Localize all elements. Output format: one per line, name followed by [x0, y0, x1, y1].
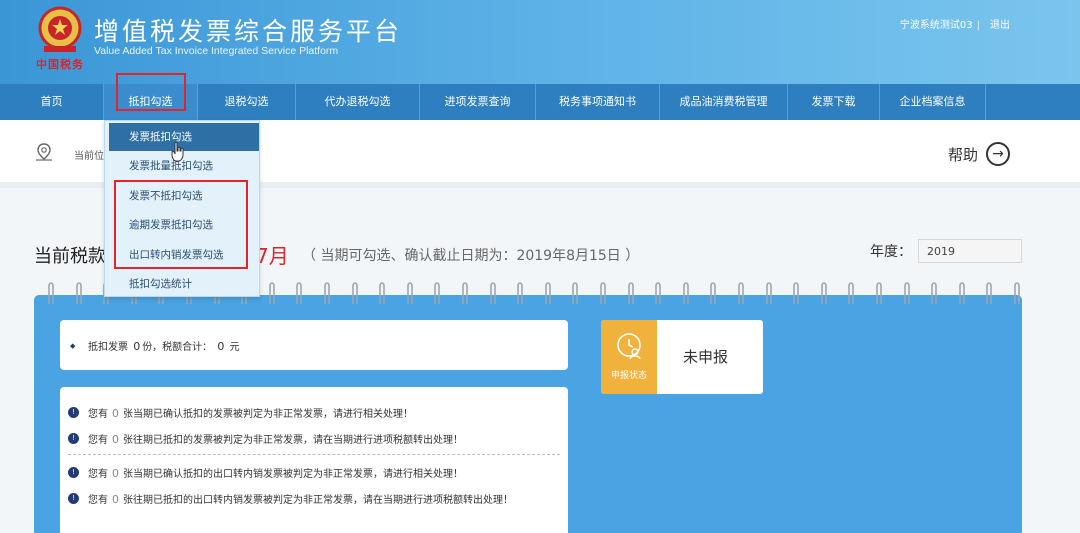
alert-icon: ! — [68, 467, 79, 478]
notice-count: 0 — [112, 433, 119, 446]
user-separator: | — [976, 20, 980, 31]
alert-icon: ! — [68, 407, 79, 418]
notice-count: 0 — [112, 407, 119, 420]
binder-ring — [682, 282, 689, 304]
notice-item: ! 您有 0 张当期已确认抵扣的发票被判定为非正常发票，请进行相关处理！ — [68, 405, 413, 420]
arrow-right-circle-icon[interactable]: → — [986, 142, 1010, 166]
binder-ring — [820, 282, 827, 304]
declaration-status-card[interactable]: 申报状态 未申报 — [601, 320, 763, 394]
binder-ring — [876, 282, 882, 304]
notice-count: 0 — [112, 467, 119, 480]
binder-ring — [379, 282, 385, 304]
notice-count: 0 — [112, 493, 119, 506]
summary-amount: 0 — [217, 340, 225, 353]
binder-ring — [958, 282, 965, 304]
breadcrumb: 当前位 — [74, 151, 104, 162]
app-title: 增值税发票综合服务平台 — [94, 17, 403, 46]
binder-ring — [296, 282, 303, 304]
binder-ring — [931, 282, 937, 304]
binder-ring — [544, 282, 551, 304]
binder-ring — [848, 282, 855, 304]
diamond-bullet-icon: ◆ — [70, 342, 76, 350]
binder-ring — [655, 282, 661, 304]
help-button[interactable]: 帮助 → — [948, 142, 1010, 166]
binder-ring — [462, 282, 468, 304]
notice-pre: 您有 — [88, 409, 108, 420]
binder-ring — [489, 282, 496, 304]
notice-pre: 您有 — [88, 469, 108, 480]
user-name-link[interactable]: 宁波系统测试03 — [900, 20, 973, 31]
nav-invoice-download[interactable]: 发票下载 — [788, 84, 880, 120]
help-label: 帮助 — [947, 145, 978, 164]
brand-logo-text: 中国税务 — [36, 58, 84, 71]
binder-ring — [986, 282, 993, 304]
notice-pre: 您有 — [88, 495, 108, 506]
summary-prefix: 抵扣发票 — [88, 342, 128, 353]
nav-home[interactable]: 首页 — [0, 84, 104, 120]
binder-ring — [572, 282, 579, 304]
notice-text: 张当期已确认抵扣的发票被判定为非正常发票，请进行相关处理！ — [123, 409, 413, 420]
app-subtitle: Value Added Tax Invoice Integrated Servi… — [94, 45, 339, 57]
alert-icon: ! — [68, 493, 79, 504]
clock-user-icon — [617, 333, 641, 360]
divider — [68, 454, 560, 455]
binder-ring — [903, 282, 910, 304]
binder-ring — [351, 282, 358, 304]
location-pin-icon — [36, 143, 52, 161]
logout-link[interactable]: 退出 — [990, 20, 1010, 31]
binder-ring — [765, 282, 772, 304]
menu-item-deduction-stats[interactable]: 抵扣勾选统计 — [105, 270, 259, 298]
binder-ring — [627, 282, 634, 304]
tax-emblem-icon — [38, 6, 82, 52]
header: 中国税务 增值税发票综合服务平台 Value Added Tax Invoice… — [0, 0, 1080, 84]
binder-ring — [600, 282, 606, 304]
binder-ring — [324, 282, 330, 304]
status-label: 申报状态 — [610, 371, 647, 381]
binder-ring — [75, 282, 82, 304]
nav-tax-notice[interactable]: 税务事项通知书 — [536, 84, 660, 120]
nav-refund-select[interactable]: 退税勾选 — [198, 84, 296, 120]
deduction-summary-card: ◆ 抵扣发票 0 份，税额合计： 0 元 — [60, 320, 568, 370]
hand-cursor-icon — [171, 142, 184, 162]
binder-ring — [434, 282, 441, 304]
binder-ring — [738, 282, 744, 304]
highlight-menu-group — [114, 180, 248, 269]
binder-ring — [793, 282, 799, 304]
summary-mid: 份，税额合计： — [142, 342, 213, 353]
year-label: 年度： — [870, 244, 912, 260]
notice-text: 张往期已抵扣的发票被判定为非正常发票，请在当期进行进项税额转出处理！ — [123, 435, 463, 446]
status-badge: 申报状态 — [601, 320, 657, 394]
nav-input-invoice-query[interactable]: 进项发票查询 — [420, 84, 536, 120]
summary-suffix: 元 — [229, 342, 240, 353]
year-select[interactable]: 2019 — [918, 239, 1022, 263]
nav-agent-refund-select[interactable]: 代办退税勾选 — [296, 84, 420, 120]
summary-count: 0 — [133, 340, 141, 353]
notice-card: ! 您有 0 张当期已确认抵扣的发票被判定为非正常发票，请进行相关处理！ ! 您有 0… — [60, 387, 568, 533]
binder-ring — [406, 282, 413, 304]
binder-ring — [48, 282, 54, 304]
period-title: 当前税款 — [34, 246, 106, 267]
notice-item: ! 您有 0 张往期已抵扣的出口转内销发票被判定为非正常发票，请在当期进行进项税额转… — [68, 491, 558, 509]
notice-item: ! 您有 0 张当期已确认抵扣的出口转内销发票被判定为非正常发票，请进行相关处理！ — [68, 465, 463, 480]
nav-oil-tax-management[interactable]: 成品油消费税管理 — [660, 84, 788, 120]
highlight-nav-deduction — [116, 73, 186, 111]
binder-ring — [268, 282, 275, 304]
binder-ring — [710, 282, 717, 304]
deduction-summary: 抵扣发票 0 份，税额合计： 0 元 — [88, 338, 240, 353]
nav-enterprise-profile[interactable]: 企业档案信息 — [880, 84, 986, 120]
notice-item: ! 您有 0 张往期已抵扣的发票被判定为非正常发票，请在当期进行进项税额转出处理！ — [68, 431, 463, 446]
period-month: 7月 — [256, 244, 289, 268]
status-value: 未申报 — [683, 348, 729, 366]
user-area: 宁波系统测试03 | 退出 — [896, 16, 1010, 31]
binder-ring — [517, 282, 523, 304]
notice-text: 张往期已抵扣的出口转内销发票被判定为非正常发票，请在当期进行进项税额转出处理！ — [123, 495, 513, 506]
period-deadline-note: （ 当期可勾选、确认截止日期为：2019年8月15日 ） — [302, 248, 640, 264]
binder-ring — [1014, 282, 1020, 304]
alert-icon: ! — [68, 433, 79, 444]
notice-pre: 您有 — [88, 435, 108, 446]
notice-text: 张当期已确认抵扣的出口转内销发票被判定为非正常发票，请进行相关处理！ — [123, 469, 463, 480]
